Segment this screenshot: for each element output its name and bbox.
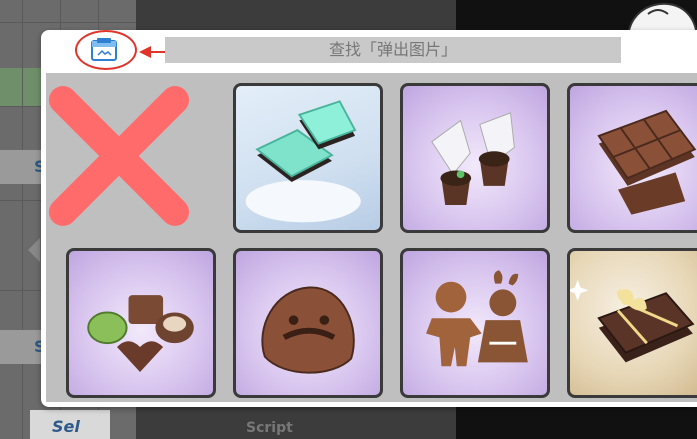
chocolate-blob-tile[interactable]: [233, 248, 383, 398]
popup-header: 查找「弹出图片」: [41, 30, 697, 70]
bonbons-icon: [87, 295, 194, 372]
script-label: Script: [246, 420, 293, 436]
close-tile[interactable]: [46, 81, 194, 231]
muffin-bags-icon: [431, 112, 515, 206]
image-grid: [46, 73, 697, 402]
search-input[interactable]: 查找「弹出图片」: [165, 37, 621, 63]
mint-chocolate-tile[interactable]: [233, 83, 383, 233]
image-popup-dialog: 查找「弹出图片」: [41, 30, 697, 407]
chocolate-bar-tile[interactable]: [567, 83, 697, 233]
sel-node-3[interactable]: Sel: [30, 410, 110, 439]
mint-chocolate-icon: [245, 100, 361, 223]
muffin-bags-tile[interactable]: [400, 83, 550, 233]
gift-box-tile[interactable]: [567, 248, 697, 398]
gingerbread-tile[interactable]: [400, 248, 550, 398]
image-popup-icon[interactable]: [89, 37, 119, 63]
expand-triangle-icon[interactable]: [28, 238, 40, 262]
chocolate-bar-icon: [597, 109, 697, 215]
chocolate-blob-icon: [261, 286, 355, 374]
bonbons-tile[interactable]: [66, 248, 216, 398]
red-x-icon[interactable]: [47, 84, 191, 228]
gingerbread-icon: [426, 270, 528, 367]
gift-box-icon: [570, 279, 695, 363]
